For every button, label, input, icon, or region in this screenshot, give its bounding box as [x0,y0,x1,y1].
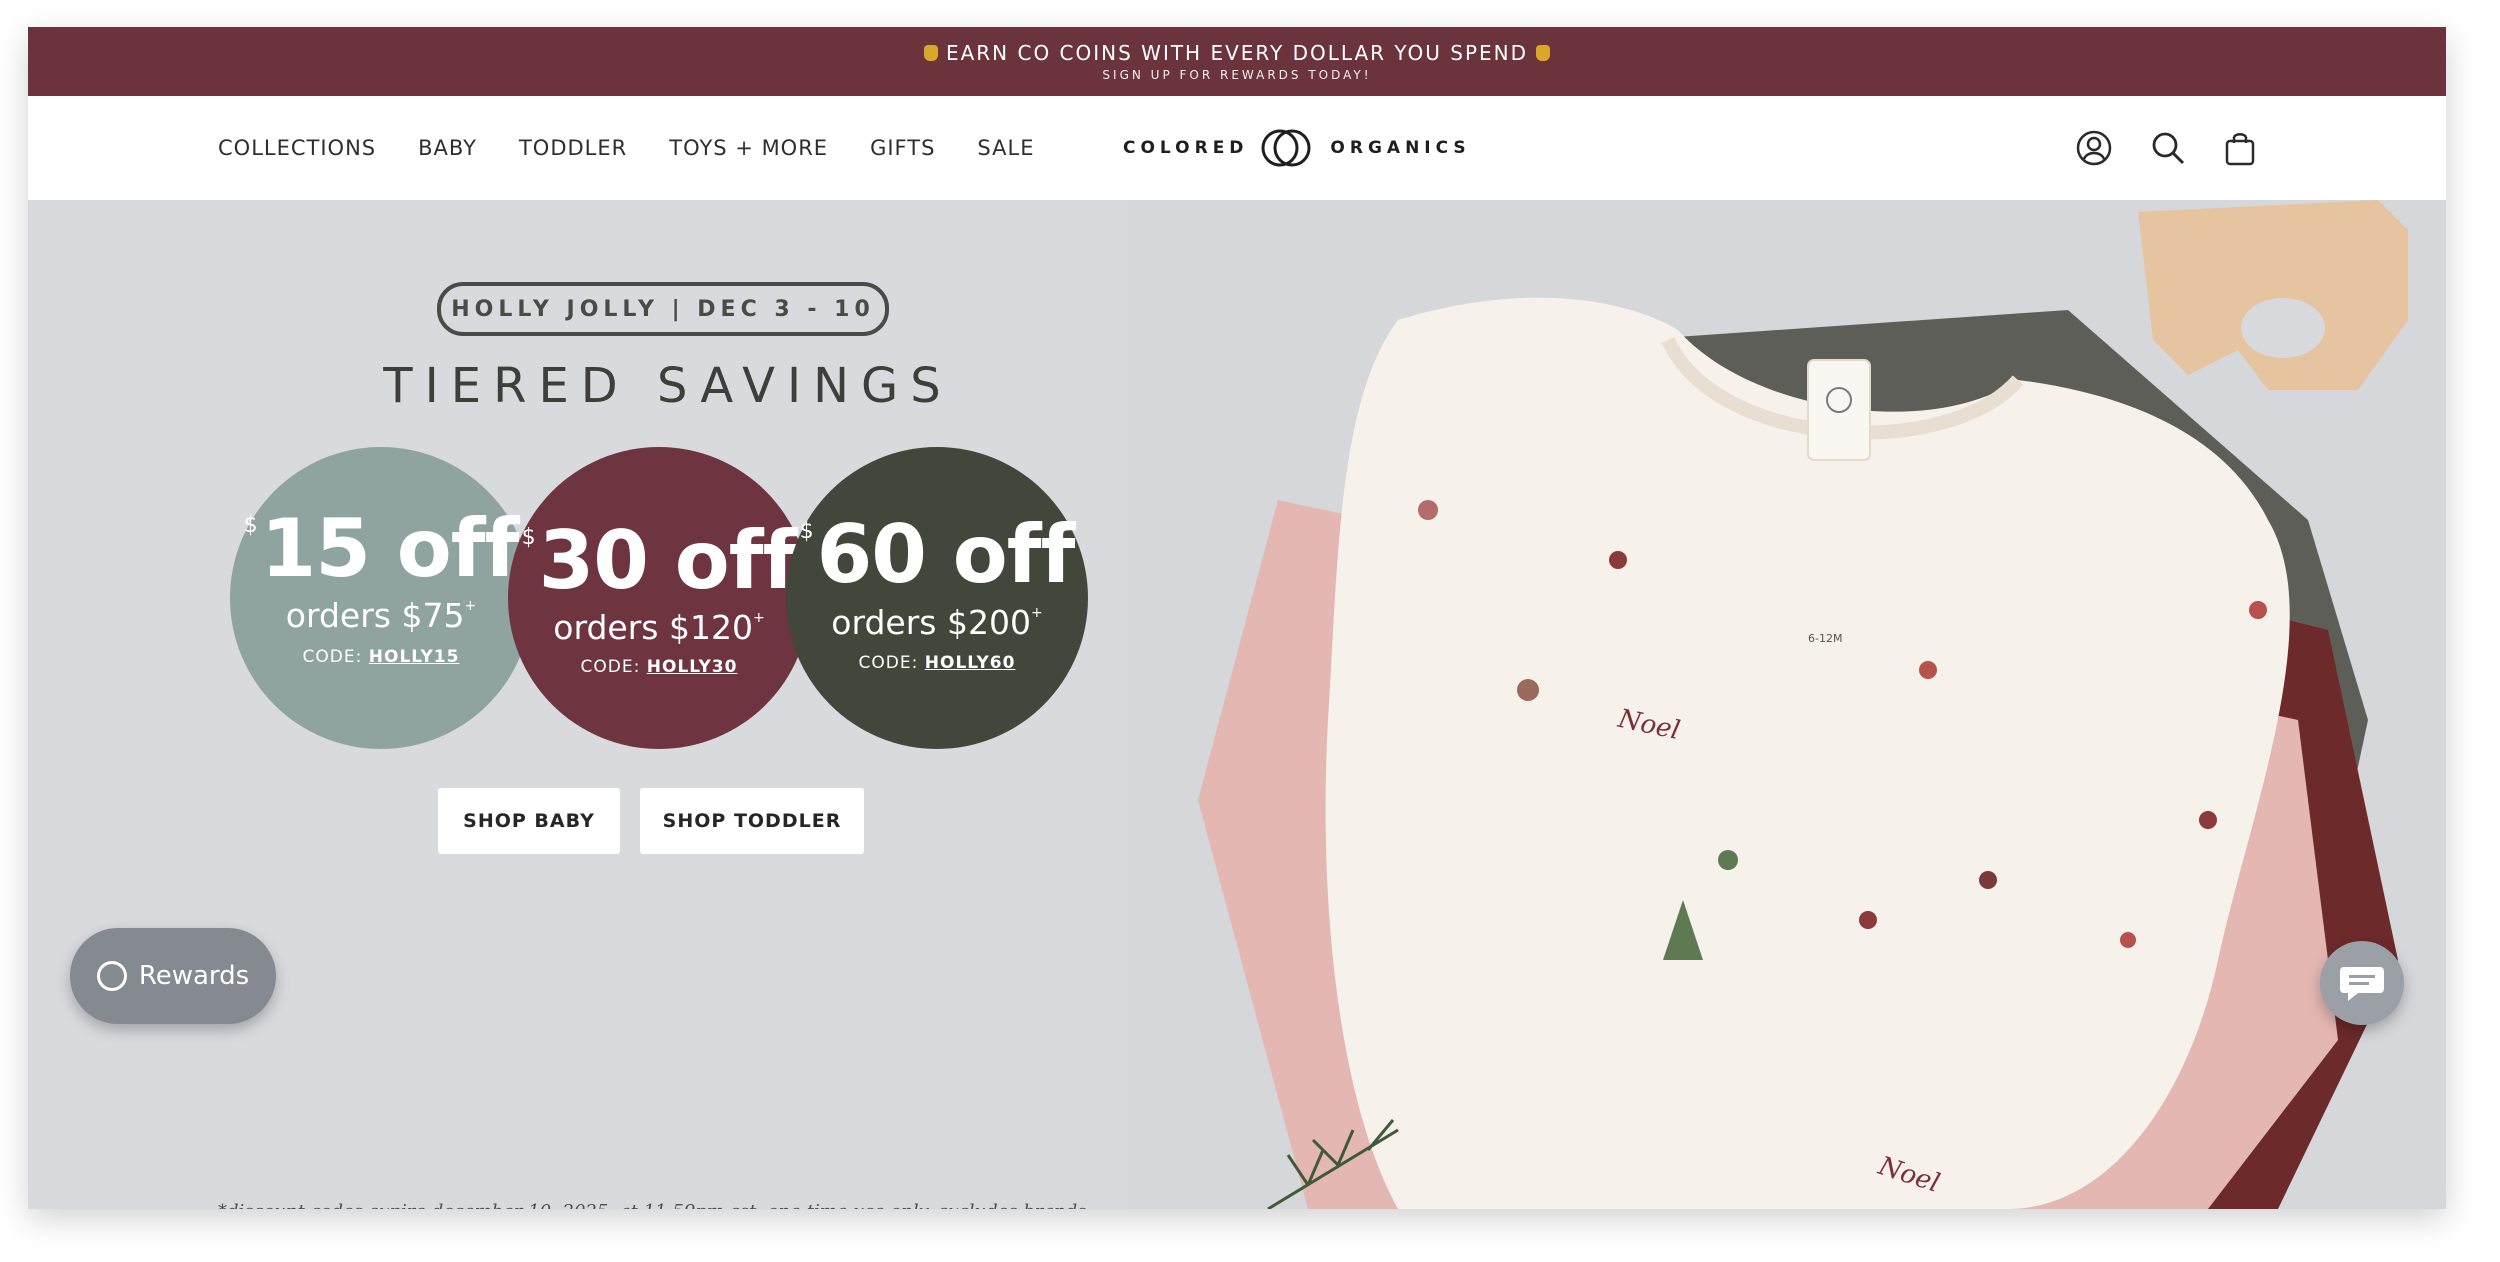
coin-bag-icon [923,45,938,61]
shop-toddler-button[interactable]: SHOP TODDLER [640,788,864,854]
nav-toddler[interactable]: TODDLER [519,136,627,160]
offer-amount: $30 off [521,514,798,607]
nav-baby[interactable]: BABY [418,136,477,160]
logo-word-left: COLORED [1123,138,1249,158]
browser-window: EARN CO COINS WITH EVERY DOLLAR YOU SPEN… [28,27,2446,1209]
offer-circle-60: $60 off orders $200+ CODE: HOLLY60 [786,447,1088,749]
announcement-text: EARN CO COINS WITH EVERY DOLLAR YOU SPEN… [945,41,1529,65]
offer-threshold: orders $75+ [285,596,477,635]
hero-headline: TIERED SAVINGS [383,358,953,414]
header-icons [2038,96,2256,200]
brand-logo[interactable]: COLORED ORGANICS [1123,96,1471,200]
search-icon[interactable] [2150,130,2186,166]
offer-circle-30: $30 off orders $120+ CODE: HOLLY30 [508,447,810,749]
site-header: COLLECTIONS BABY TODDLER TOYS + MORE GIF… [28,96,2446,200]
rewards-launcher-button[interactable]: Rewards [70,928,276,1024]
rocking-horse-toy [2138,200,2408,390]
size-tag-text: 6-12M [1808,632,1843,645]
offer-code: CODE: HOLLY30 [580,657,738,677]
chat-icon [2340,967,2384,1001]
announcement-bar[interactable]: EARN CO COINS WITH EVERY DOLLAR YOU SPEN… [28,27,2446,96]
nav-sale[interactable]: SALE [977,136,1034,160]
coin-bag-icon [1536,45,1551,61]
announcement-line-2: SIGN UP FOR REWARDS TODAY! [1102,68,1372,82]
nav-collections[interactable]: COLLECTIONS [218,136,376,160]
shopping-bag-icon[interactable] [2224,130,2256,166]
promo-pill: HOLLY JOLLY | DEC 3 - 10 [437,282,889,336]
offer-amount: $15 off [243,502,520,595]
rewards-icon [96,961,127,991]
offer-threshold: orders $120+ [553,608,765,647]
rewards-label: Rewards [138,961,250,991]
code-holly60[interactable]: HOLLY60 [925,653,1016,673]
logo-word-right: ORGANICS [1330,138,1471,158]
main-nav: COLLECTIONS BABY TODDLER TOYS + MORE GIF… [218,96,1076,200]
nav-toys-more[interactable]: TOYS + MORE [669,136,828,160]
logo-mark-icon [1261,129,1311,167]
offer-amount: $60 off [799,508,1076,601]
offer-code: CODE: HOLLY15 [302,647,460,667]
nav-gifts[interactable]: GIFTS [870,136,935,160]
chat-button[interactable] [2320,941,2404,1025]
account-icon[interactable] [2076,130,2112,166]
hero-product-image [1198,200,2408,1209]
offer-circle-15: $15 off orders $75+ CODE: HOLLY15 [230,447,532,749]
offer-code: CODE: HOLLY60 [858,653,1016,673]
shop-baby-button[interactable]: SHOP BABY [438,788,620,854]
offer-threshold: orders $200+ [831,603,1043,642]
code-holly30[interactable]: HOLLY30 [647,657,738,677]
announcement-line-1: EARN CO COINS WITH EVERY DOLLAR YOU SPEN… [28,41,2446,65]
discount-disclaimer: *discount codes expire december 10, 2025… [218,1201,1118,1209]
code-holly15[interactable]: HOLLY15 [369,647,460,667]
hero-banner[interactable]: Noel Noel 6-12M HOLLY JOLLY | DEC 3 - 10… [28,200,2446,1209]
